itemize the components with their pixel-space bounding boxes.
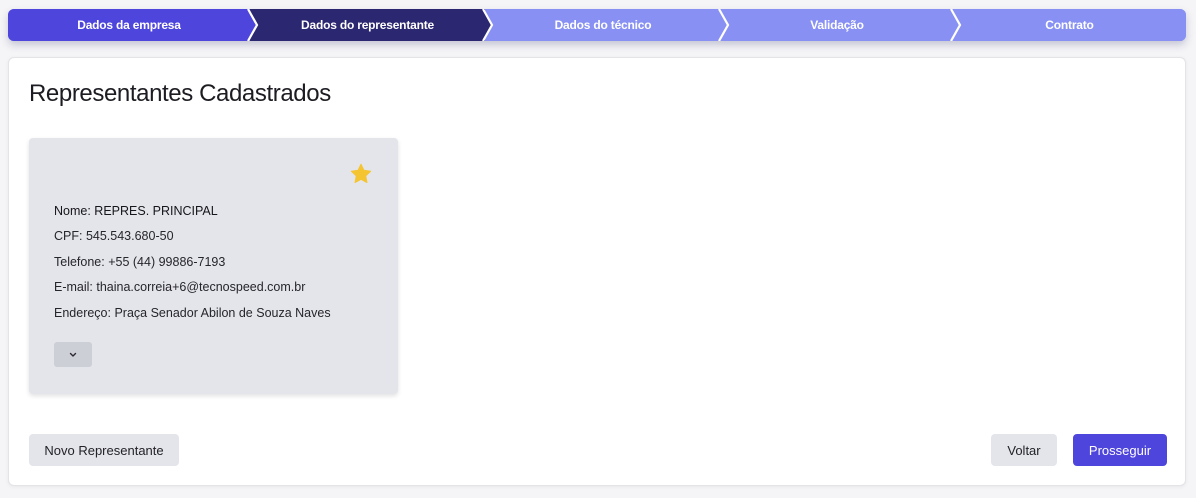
progress-stepper: Dados da empresa Dados do representante … (8, 9, 1186, 41)
cpf-label: CPF: (54, 229, 86, 243)
email-value: thaina.correia+6@tecnospeed.com.br (96, 280, 306, 294)
step-validacao[interactable]: Validação (721, 9, 962, 41)
step-label: Dados da empresa (77, 18, 181, 32)
phone-label: Telefone: (54, 255, 109, 269)
representative-phone: Telefone: +55 (44) 99886-7193 (54, 255, 225, 269)
step-dados-do-tecnico[interactable]: Dados do técnico (485, 9, 730, 41)
next-button[interactable]: Prosseguir (1073, 434, 1167, 466)
chevron-right-icon (948, 9, 962, 41)
page-title: Representantes Cadastrados (29, 80, 331, 107)
chevron-down-icon (68, 347, 78, 362)
step-dados-da-empresa[interactable]: Dados da empresa (8, 9, 259, 41)
address-value: Praça Senador Abilon de Souza Naves (114, 306, 331, 320)
step-label: Contrato (1045, 18, 1094, 32)
step-label: Validação (810, 18, 864, 32)
representative-email: E-mail: thaina.correia+6@tecnospeed.com.… (54, 280, 305, 294)
representative-address: Endereço: Praça Senador Abilon de Souza … (54, 306, 331, 320)
chevron-right-icon (480, 9, 494, 41)
expand-card-button[interactable] (54, 342, 92, 367)
back-button[interactable]: Voltar (991, 434, 1057, 466)
main-panel: Representantes Cadastrados Nome: REPRES.… (8, 57, 1186, 486)
step-label: Dados do técnico (554, 18, 652, 32)
address-label: Endereço: (54, 306, 115, 320)
step-dados-do-representante[interactable]: Dados do representante (250, 9, 494, 41)
chevron-right-icon (245, 9, 259, 41)
chevron-right-icon (716, 9, 730, 41)
email-label: E-mail: (54, 280, 97, 294)
representative-name: Nome: REPRES. PRINCIPAL (54, 204, 218, 218)
representative-cpf: CPF: 545.543.680-50 (54, 229, 174, 243)
name-value: REPRES. PRINCIPAL (94, 204, 218, 218)
step-label: Dados do representante (301, 18, 434, 32)
representative-card: Nome: REPRES. PRINCIPAL CPF: 545.543.680… (29, 138, 398, 394)
step-contrato[interactable]: Contrato (953, 9, 1186, 41)
cpf-value: 545.543.680-50 (85, 229, 174, 243)
star-icon[interactable] (349, 162, 373, 186)
name-label: Nome: (54, 204, 95, 218)
phone-value: +55 (44) 99886-7193 (108, 255, 226, 269)
new-representative-button[interactable]: Novo Representante (29, 434, 179, 466)
